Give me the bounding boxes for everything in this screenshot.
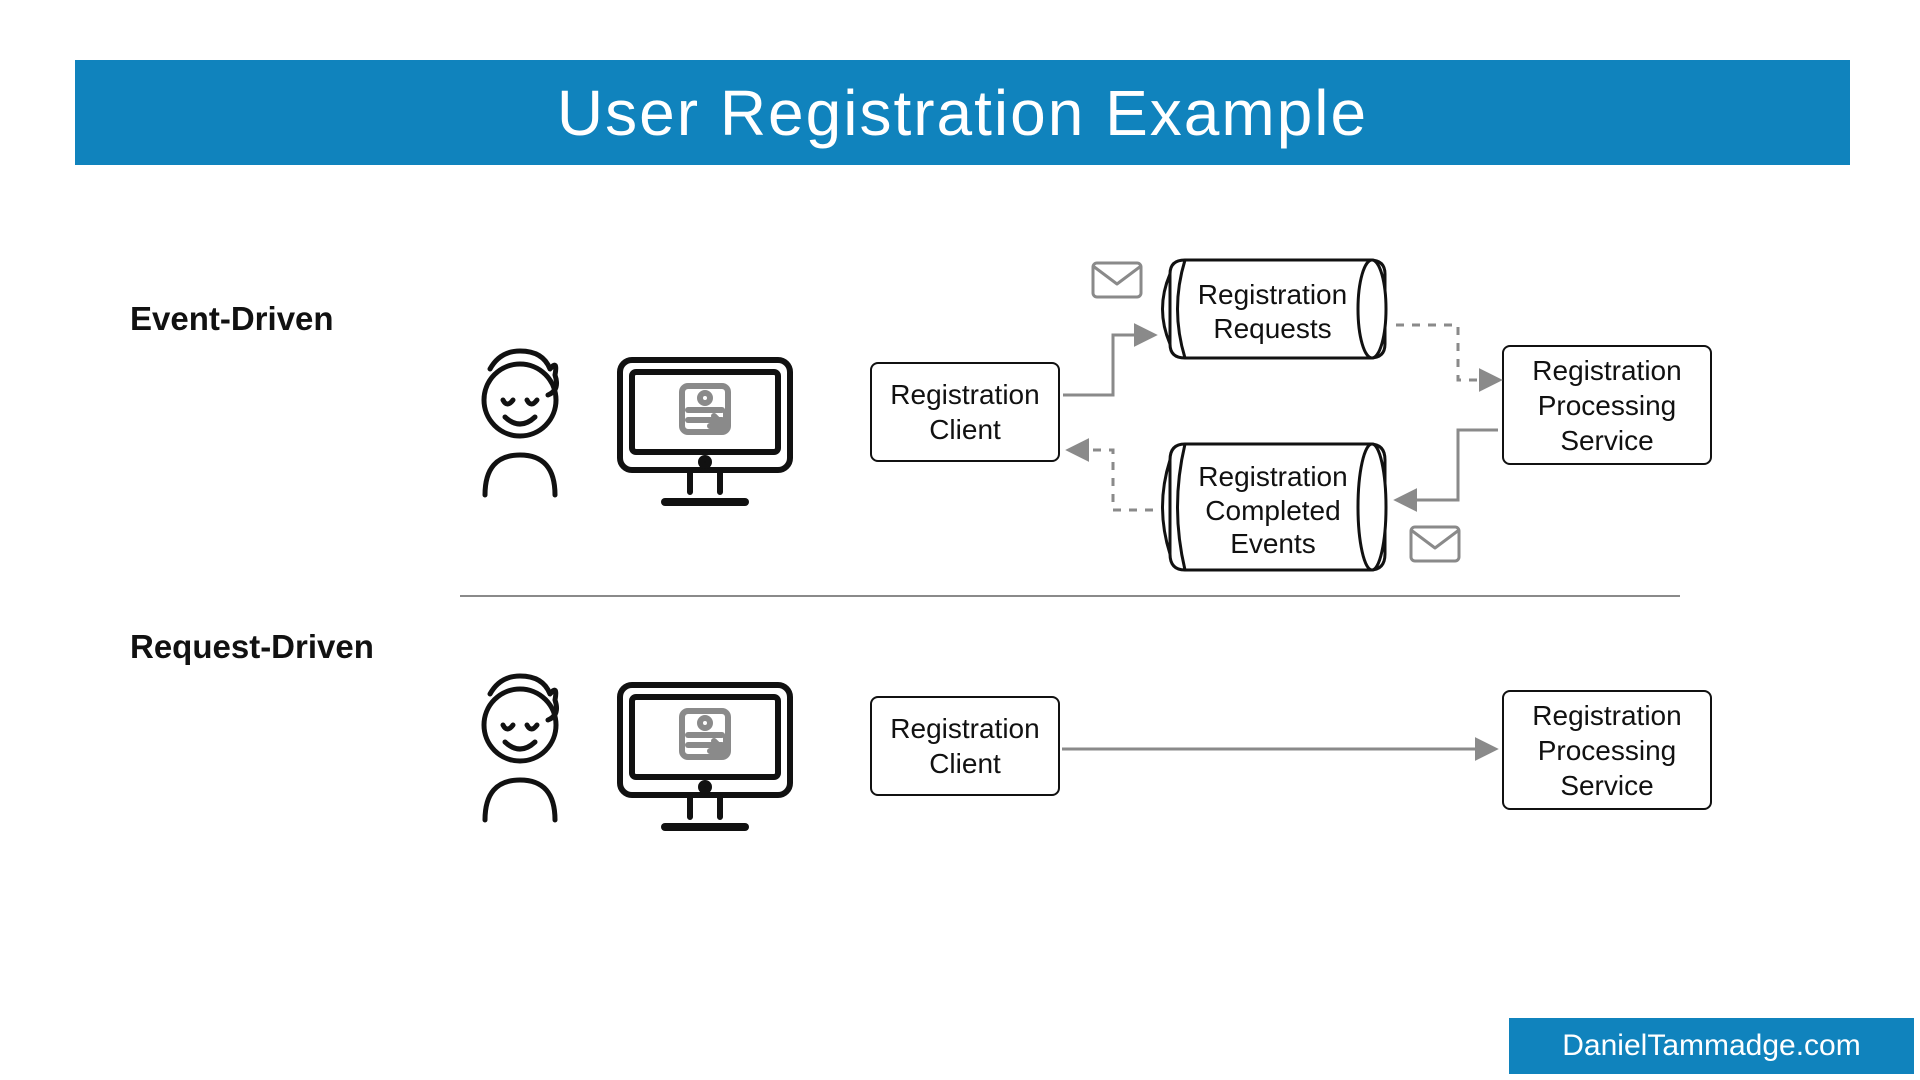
footer-attribution: DanielTammadge.com <box>1509 1018 1914 1074</box>
box-registration-client-top: Registration Client <box>870 362 1060 462</box>
footer-text: DanielTammadge.com <box>1562 1029 1860 1063</box>
envelope-icon <box>1090 258 1144 302</box>
computer-icon <box>610 350 800 520</box>
user-icon <box>465 345 575 505</box>
user-icon <box>465 670 575 830</box>
box-registration-client-bottom: Registration Client <box>870 696 1060 796</box>
divider-line <box>460 595 1680 597</box>
title-bar: User Registration Example <box>75 60 1850 165</box>
section-label-event: Event-Driven <box>130 300 334 338</box>
arrows-event-driven <box>1058 300 1538 580</box>
computer-icon <box>610 675 800 845</box>
slide-title: User Registration Example <box>557 76 1368 150</box>
box-registration-processing-bottom: Registration Processing Service <box>1502 690 1712 810</box>
section-label-request: Request-Driven <box>130 628 374 666</box>
slide: User Registration Example Event-Driven R… <box>0 0 1920 1080</box>
arrow-request-driven <box>1062 734 1502 764</box>
